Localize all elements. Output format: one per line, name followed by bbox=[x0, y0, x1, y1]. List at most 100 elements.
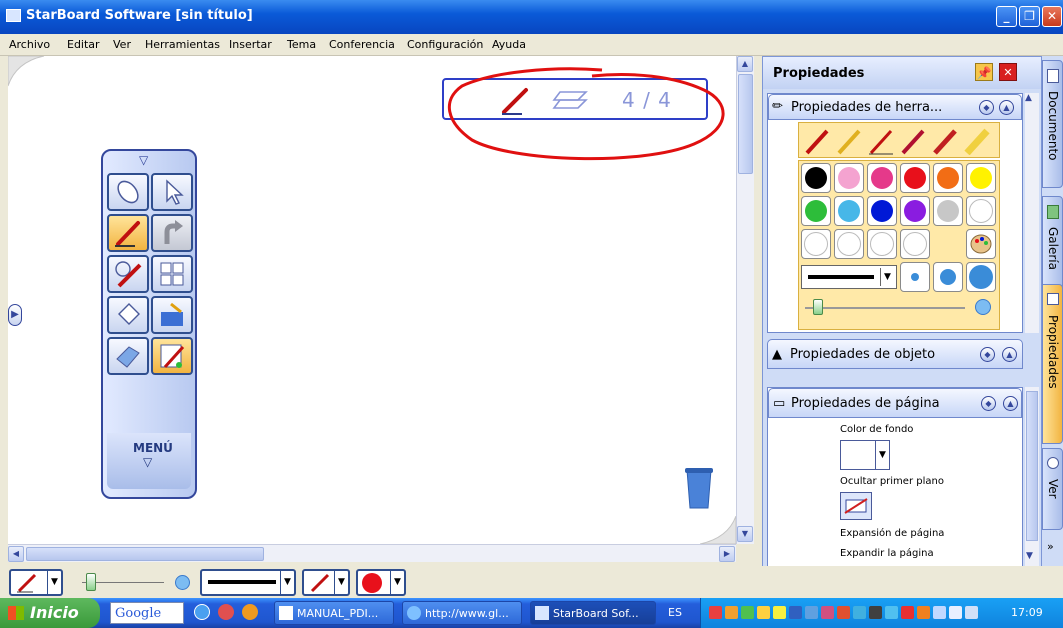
properties-button[interactable] bbox=[151, 337, 193, 375]
pen-type-highlighter-icon[interactable] bbox=[963, 127, 991, 155]
object-properties-header[interactable]: ▲ Propiedades de objeto ◆ ▲ bbox=[767, 339, 1023, 369]
tray-icon[interactable] bbox=[773, 606, 786, 619]
expand-section-icon[interactable]: ▲ bbox=[1002, 347, 1017, 362]
scroll-up-icon[interactable]: ▲ bbox=[737, 56, 753, 72]
color-select[interactable]: ▼ bbox=[356, 569, 406, 596]
pin-icon[interactable]: 📌 bbox=[975, 63, 993, 81]
color-swatch[interactable] bbox=[966, 196, 996, 226]
trash-icon[interactable] bbox=[684, 466, 714, 510]
menu-configuracion[interactable]: Configuración bbox=[407, 38, 483, 51]
minimize-button[interactable]: _ bbox=[996, 6, 1017, 27]
shape-pen-button[interactable] bbox=[107, 255, 149, 293]
color-swatch[interactable] bbox=[900, 229, 930, 259]
media-icon[interactable] bbox=[218, 604, 234, 620]
line-style-select[interactable]: ▼ bbox=[801, 265, 897, 289]
mouse-tool-button[interactable] bbox=[107, 173, 149, 211]
scroll-right-icon[interactable]: ▶ bbox=[719, 546, 735, 562]
menu-ayuda[interactable]: Ayuda bbox=[492, 38, 526, 51]
transparency-slider[interactable] bbox=[805, 307, 965, 309]
task-starboard[interactable]: StarBoard Sof... bbox=[530, 601, 656, 625]
bg-color-picker[interactable]: ▼ bbox=[840, 440, 890, 470]
task-browser[interactable]: http://www.gl... bbox=[402, 601, 522, 625]
tray-icon[interactable] bbox=[837, 606, 850, 619]
network-icon[interactable] bbox=[965, 606, 978, 619]
expand-page-option[interactable]: Expandir la página bbox=[840, 544, 1000, 562]
eraser-button[interactable] bbox=[107, 337, 149, 375]
vertical-scroll-thumb[interactable] bbox=[738, 74, 753, 174]
bottom-slider-thumb[interactable] bbox=[86, 573, 96, 591]
slider-thumb[interactable] bbox=[813, 299, 823, 315]
menu-tema[interactable]: Tema bbox=[287, 38, 316, 51]
color-swatch[interactable] bbox=[834, 229, 864, 259]
hide-foreground-button[interactable] bbox=[840, 492, 872, 520]
undo-button[interactable] bbox=[151, 214, 193, 252]
color-swatch[interactable] bbox=[801, 163, 831, 193]
expand-horizontal-icon[interactable]: ◆ bbox=[981, 396, 996, 411]
tab-documento[interactable]: Documento bbox=[1042, 60, 1063, 188]
menu-insertar[interactable]: Insertar bbox=[229, 38, 272, 51]
tray-icon[interactable] bbox=[901, 606, 914, 619]
collapse-arrow-icon[interactable]: ▽ bbox=[139, 153, 148, 167]
expand-left-panel-icon[interactable]: ▶ bbox=[8, 304, 22, 326]
pen-type-crayon-icon[interactable] bbox=[835, 127, 863, 155]
menu-ver[interactable]: Ver bbox=[113, 38, 131, 51]
ie-icon[interactable] bbox=[194, 604, 210, 620]
menu-conferencia[interactable]: Conferencia bbox=[329, 38, 395, 51]
close-button[interactable]: ✕ bbox=[1042, 6, 1062, 27]
tray-icon[interactable] bbox=[709, 606, 722, 619]
pen-tool-button[interactable] bbox=[107, 214, 149, 252]
page-scroll-thumb[interactable] bbox=[1026, 391, 1038, 541]
tray-icon[interactable] bbox=[933, 606, 946, 619]
tray-icon[interactable] bbox=[789, 606, 802, 619]
color-swatch[interactable] bbox=[933, 163, 963, 193]
color-swatch[interactable] bbox=[867, 229, 897, 259]
pen-type-marker-icon[interactable] bbox=[899, 127, 927, 155]
collapse-section-icon[interactable]: ▲ bbox=[999, 100, 1014, 115]
tray-icon[interactable] bbox=[949, 606, 962, 619]
menu-archivo[interactable]: Archivo bbox=[9, 38, 50, 51]
tray-icon[interactable] bbox=[725, 606, 738, 619]
color-swatch[interactable] bbox=[900, 163, 930, 193]
width-small-button[interactable] bbox=[900, 262, 930, 292]
tool-section-scrollbar[interactable]: ▲ bbox=[1025, 93, 1039, 333]
tray-icon[interactable] bbox=[741, 606, 754, 619]
task-manual[interactable]: MANUAL_PDI... bbox=[274, 601, 394, 625]
more-tabs-icon[interactable]: » bbox=[1047, 540, 1054, 553]
canvas-vertical-scrollbar[interactable]: ▲ ▼ bbox=[736, 56, 754, 544]
tray-icon[interactable] bbox=[917, 606, 930, 619]
page-sorter-button[interactable] bbox=[151, 255, 193, 293]
menu-button[interactable]: MENÚ ▽ bbox=[107, 433, 191, 489]
google-toolbar[interactable]: Google bbox=[110, 602, 184, 624]
tab-propiedades[interactable]: Propiedades bbox=[1042, 284, 1063, 444]
pen-select[interactable]: ▼ bbox=[9, 569, 63, 596]
page-section-scrollbar[interactable]: ▼ bbox=[1025, 387, 1039, 573]
color-swatch[interactable] bbox=[801, 229, 831, 259]
tool-properties-header[interactable]: ✏ Propiedades de herra... ◆ ▲ bbox=[768, 94, 1022, 120]
line-width-select[interactable]: ▼ bbox=[200, 569, 296, 596]
color-swatch[interactable] bbox=[966, 163, 996, 193]
tab-ver[interactable]: Ver bbox=[1042, 448, 1063, 530]
maximize-button[interactable]: ❐ bbox=[1019, 6, 1040, 27]
tools-button[interactable] bbox=[151, 296, 193, 334]
start-button[interactable]: Inicio bbox=[0, 598, 100, 628]
panel-close-icon[interactable]: ✕ bbox=[999, 63, 1017, 81]
tray-icon[interactable] bbox=[805, 606, 818, 619]
color-swatch[interactable] bbox=[867, 196, 897, 226]
menu-editar[interactable]: Editar bbox=[67, 38, 100, 51]
volume-icon[interactable] bbox=[869, 606, 882, 619]
canvas-horizontal-scrollbar[interactable]: ◀ ▶ bbox=[8, 544, 736, 562]
width-large-button[interactable] bbox=[966, 262, 996, 292]
color-swatch[interactable] bbox=[933, 196, 963, 226]
scroll-down-icon[interactable]: ▼ bbox=[1026, 551, 1033, 561]
pen-type-brush-icon[interactable] bbox=[931, 127, 959, 155]
color-swatch[interactable] bbox=[834, 196, 864, 226]
fill-tool-button[interactable] bbox=[107, 296, 149, 334]
select-tool-button[interactable] bbox=[151, 173, 193, 211]
width-medium-button[interactable] bbox=[933, 262, 963, 292]
tray-icon[interactable] bbox=[885, 606, 898, 619]
expand-horizontal-icon[interactable]: ◆ bbox=[979, 100, 994, 115]
page-curl-bottom[interactable] bbox=[700, 516, 736, 544]
tray-icon[interactable] bbox=[757, 606, 770, 619]
scroll-up-icon[interactable]: ▲ bbox=[1025, 93, 1032, 103]
pen-type-select[interactable]: ▼ bbox=[302, 569, 350, 596]
